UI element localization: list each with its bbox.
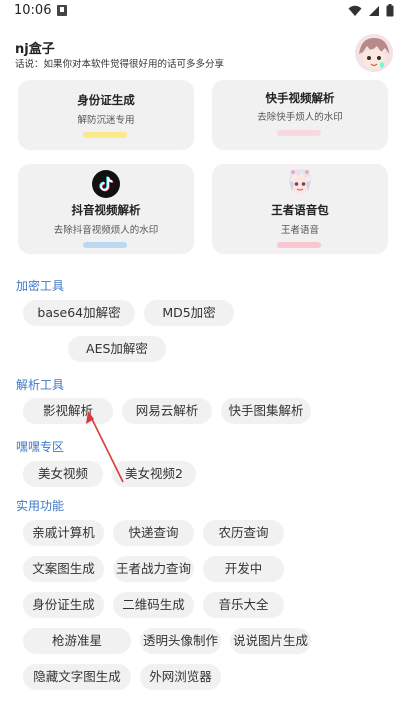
chip-base64[interactable]: base64加解密	[23, 300, 135, 326]
chip-aes[interactable]: AES加解密	[68, 336, 166, 362]
wifi-icon	[348, 5, 362, 16]
card-wangzhe-voice[interactable]: 王者语音包 王者语音	[212, 164, 388, 254]
chip-shuoshuo-image[interactable]: 说说图片生成	[230, 628, 311, 654]
tiktok-icon	[92, 170, 120, 198]
card-desc: 去除抖音视频烦人的水印	[53, 225, 159, 236]
card-title: 快手视频解析	[265, 91, 335, 105]
chip-transparent-avatar[interactable]: 透明头像制作	[140, 628, 221, 654]
section-label-parsing: 解析工具	[16, 378, 65, 392]
game-character-icon	[286, 168, 314, 196]
chip-kuaishou-album[interactable]: 快手图集解析	[221, 398, 311, 424]
card-desc: 王者语音	[280, 225, 319, 236]
chip-relative-calculator[interactable]: 亲戚计算机	[23, 520, 104, 546]
chip-music-collection[interactable]: 音乐大全	[203, 592, 284, 618]
app-header: nj盒子 话说：如果你对本软件觉得很好用的话可多多分享	[0, 28, 406, 84]
chip-netease-parse[interactable]: 网易云解析	[122, 398, 212, 424]
status-time: 10:06	[14, 3, 52, 18]
section-label-hehe: 嘿嘿专区	[16, 440, 65, 454]
notification-app-icon	[57, 5, 67, 16]
chip-hidden-text-image[interactable]: 隐藏文字图生成	[23, 664, 131, 690]
app-title: nj盒子	[15, 42, 55, 57]
chip-express-query[interactable]: 快递查询	[113, 520, 194, 546]
card-title: 身份证生成	[77, 93, 135, 107]
chip-wangzhe-power[interactable]: 王者战力查询	[113, 556, 194, 582]
chip-qrcode-generator[interactable]: 二维码生成	[113, 592, 194, 618]
chip-lunar-calendar[interactable]: 农历查询	[203, 520, 284, 546]
section-label-utilities: 实用功能	[16, 499, 65, 513]
status-icons	[348, 4, 394, 17]
card-desc: 解防沉迷专用	[77, 115, 135, 126]
avatar-character-icon	[355, 34, 393, 72]
chip-crosshair[interactable]: 枪游准星	[23, 628, 131, 654]
card-title: 抖音视频解析	[71, 203, 141, 217]
chip-md5[interactable]: MD5加密	[144, 300, 234, 326]
avatar[interactable]	[355, 34, 393, 72]
chip-beauty-video[interactable]: 美女视频	[23, 461, 103, 487]
chip-id-generator[interactable]: 身份证生成	[23, 592, 104, 618]
section-label-encryption: 加密工具	[16, 279, 65, 293]
chip-in-development[interactable]: 开发中	[203, 556, 284, 582]
status-bar: 10:06	[0, 0, 406, 24]
card-accent-bar	[277, 130, 321, 136]
chip-copywriting-image[interactable]: 文案图生成	[23, 556, 104, 582]
card-kuaishou-parser[interactable]: 快手视频解析 去除快手烦人的水印	[212, 80, 388, 150]
signal-icon	[369, 5, 379, 16]
battery-icon	[386, 4, 394, 17]
card-id-generator[interactable]: 身份证生成 解防沉迷专用	[18, 80, 194, 150]
card-accent-bar	[83, 242, 127, 248]
chip-beauty-video-2[interactable]: 美女视频2	[112, 461, 196, 487]
card-desc: 去除快手烦人的水印	[257, 112, 343, 123]
chip-video-parse[interactable]: 影视解析	[23, 398, 113, 424]
card-accent-bar	[277, 242, 321, 248]
card-accent-bar	[83, 132, 127, 138]
card-title: 王者语音包	[271, 203, 329, 217]
card-douyin-parser[interactable]: 抖音视频解析 去除抖音视频烦人的水印	[18, 164, 194, 254]
chip-external-browser[interactable]: 外网浏览器	[140, 664, 221, 690]
app-subtitle: 话说：如果你对本软件觉得很好用的话可多多分享	[15, 59, 225, 70]
